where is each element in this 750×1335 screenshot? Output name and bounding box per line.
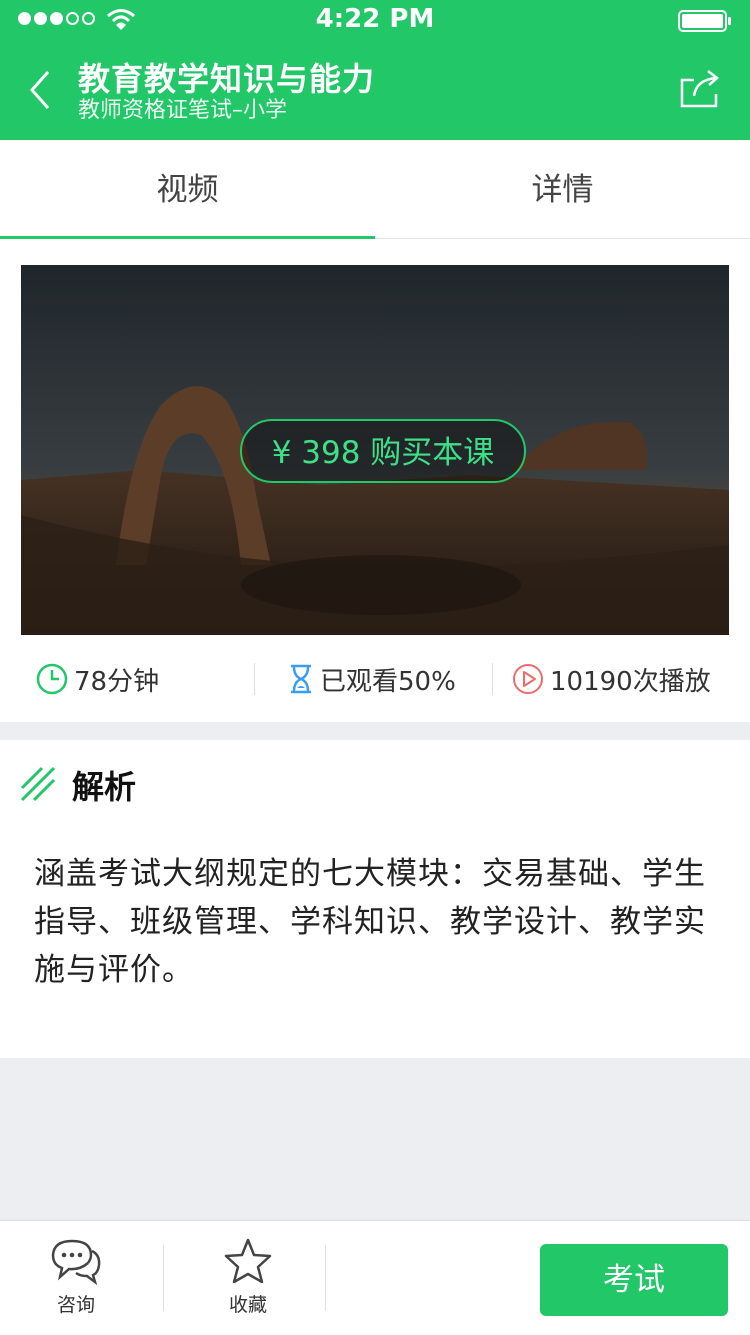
hourglass-icon (291, 664, 311, 694)
stat-plays: 10190次播放 (512, 659, 711, 699)
header: 4:22 PM 教育教学知识与能力 教师资格证笔试–小学 (0, 0, 750, 140)
duration-text: 78分钟 (74, 666, 160, 697)
back-arrow-icon[interactable] (28, 70, 52, 110)
buy-course-button[interactable]: ¥ 398 购买本课 (240, 419, 526, 483)
video-card: ¥ 398 购买本课 78分钟 已观看50% 10190次播放 (0, 239, 750, 722)
page-subtitle: 教师资格证笔试–小学 (78, 98, 288, 123)
consult-label: 咨询 (56, 1294, 95, 1316)
bottom-bar: 咨询 收藏 考试 (0, 1220, 750, 1335)
status-bar: 4:22 PM (0, 0, 750, 40)
tab-video[interactable]: 视频 (0, 140, 375, 239)
favorite-button[interactable]: 收藏 (193, 1237, 303, 1317)
share-icon[interactable] (680, 68, 720, 108)
stat-divider (492, 663, 493, 695)
tab-bar: 视频 详情 (0, 140, 750, 239)
analysis-title: 解析 (72, 768, 137, 806)
consult-button[interactable]: 咨询 (21, 1237, 131, 1317)
plays-text: 10190次播放 (550, 666, 711, 697)
star-icon (224, 1238, 272, 1284)
chat-bubbles-icon (51, 1239, 101, 1286)
analysis-body: 涵盖考试大纲规定的七大模块：交易基础、学生指导、班级管理、学科知识、教学设计、教… (34, 856, 706, 988)
video-stats: 78分钟 已观看50% 10190次播放 (0, 639, 750, 719)
stat-divider (254, 663, 255, 695)
video-cover-image[interactable]: ¥ 398 购买本课 (21, 265, 729, 635)
bottom-divider (163, 1245, 164, 1311)
favorite-label: 收藏 (228, 1294, 267, 1316)
stat-progress: 已观看50% (288, 659, 456, 699)
analysis-section: 解析 涵盖考试大纲规定的七大模块：交易基础、学生指导、班级管理、学科知识、教学设… (0, 740, 750, 1058)
play-circle-icon (513, 664, 543, 694)
slash-lines-icon (20, 766, 56, 802)
battery-icon (678, 10, 731, 32)
clock-icon (36, 663, 68, 695)
exam-button[interactable]: 考试 (540, 1244, 728, 1316)
stat-duration: 78分钟 (36, 659, 159, 699)
tab-details[interactable]: 详情 (375, 140, 750, 238)
progress-text: 已观看50% (320, 666, 456, 697)
bottom-divider (325, 1245, 326, 1311)
status-time: 4:22 PM (315, 4, 435, 34)
